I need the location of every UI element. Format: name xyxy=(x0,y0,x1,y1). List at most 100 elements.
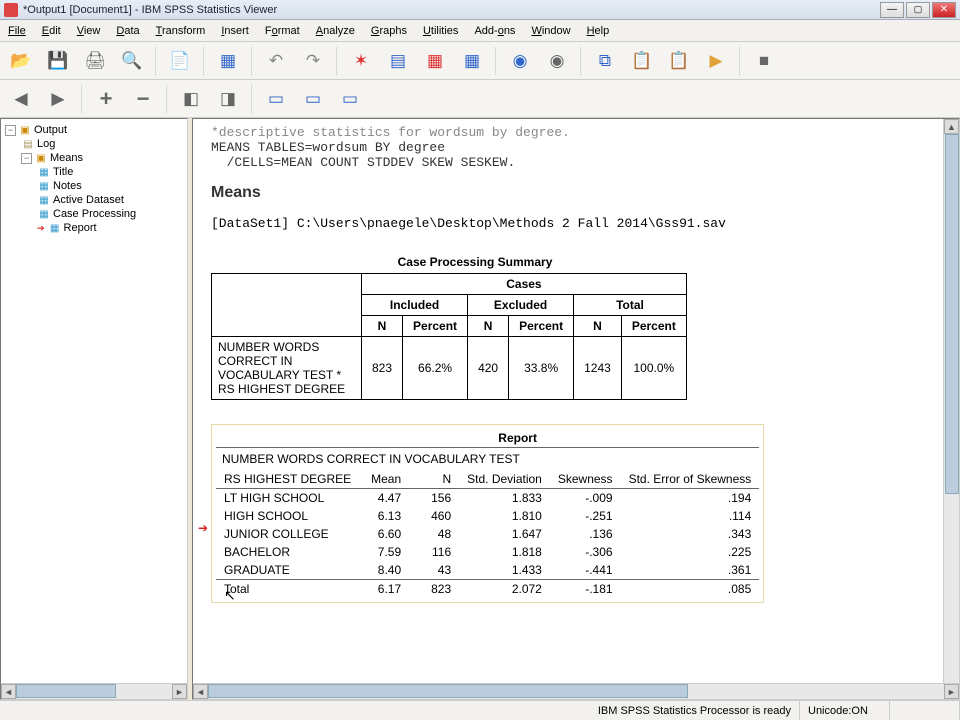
table-row[interactable]: LT HIGH SCHOOL4.471561.833-.009.194 xyxy=(216,489,759,508)
hide-button[interactable]: ▭ xyxy=(296,84,330,114)
designate-window-button[interactable]: ⧉ xyxy=(588,46,622,76)
redo-icon: ↷ xyxy=(306,51,320,71)
col-percent: Percent xyxy=(509,316,574,337)
table-row[interactable]: JUNIOR COLLEGE6.60481.647.136.343 xyxy=(216,525,759,543)
menu-addons[interactable]: Add-ons xyxy=(466,22,523,40)
scroll-right-icon[interactable]: ► xyxy=(944,684,959,699)
clipboard2-button[interactable]: 📋 xyxy=(662,46,696,76)
redo-button[interactable]: ↷ xyxy=(296,46,330,76)
print-preview-button[interactable]: 🔍 xyxy=(115,46,149,76)
export-button[interactable]: 📄 xyxy=(163,46,197,76)
col-included: Included xyxy=(362,295,468,316)
demote-button[interactable]: − xyxy=(126,84,160,114)
menu-transform[interactable]: Transform xyxy=(148,22,214,40)
syntax-line1: MEANS TABLES=wordsum BY degree xyxy=(211,140,445,155)
run-script-button[interactable]: ▶ xyxy=(699,46,733,76)
cell-n: 116 xyxy=(409,543,459,561)
promote-button[interactable]: + xyxy=(89,84,123,114)
cell-exc-pct: 33.8% xyxy=(509,337,574,400)
toolbar-separator xyxy=(251,85,253,113)
table-row[interactable]: HIGH SCHOOL6.134601.810-.251.114 xyxy=(216,507,759,525)
report-selected-frame[interactable]: ➔ Report NUMBER WORDS CORRECT IN VOCABUL… xyxy=(211,424,764,603)
select-cases-button[interactable]: ▦ xyxy=(455,46,489,76)
col-excluded: Excluded xyxy=(468,295,574,316)
report-table[interactable]: RS HIGHEST DEGREE Mean N Std. Deviation … xyxy=(216,470,759,598)
goto-case-button[interactable]: ▤ xyxy=(381,46,415,76)
case-summary-table[interactable]: Cases Included Excluded Total N Percent … xyxy=(211,273,687,400)
select-icon: ▦ xyxy=(464,51,480,71)
save-button[interactable]: 💾 xyxy=(41,46,75,76)
content-hscroll[interactable]: ◄ ► xyxy=(193,683,959,699)
maximize-button[interactable] xyxy=(906,2,930,18)
scroll-thumb[interactable] xyxy=(16,684,116,698)
cell-label: JUNIOR COLLEGE xyxy=(216,525,359,543)
cell-mean: 4.47 xyxy=(359,489,409,508)
outline-hscroll[interactable]: ◄ ► xyxy=(1,683,187,699)
scroll-up-icon[interactable]: ▲ xyxy=(944,119,959,134)
tree-title[interactable]: ▦ Title xyxy=(37,165,183,179)
tree-output[interactable]: − ▣ Output xyxy=(5,123,183,137)
col-n: N xyxy=(468,316,509,337)
cell-tot-n: 1243 xyxy=(574,337,622,400)
status-processor: IBM SPSS Statistics Processor is ready xyxy=(590,701,800,720)
menu-file[interactable]: File xyxy=(0,22,34,40)
scroll-left-icon[interactable]: ◄ xyxy=(193,684,208,699)
stop-button[interactable]: ■ xyxy=(747,46,781,76)
collapse-toggle-icon[interactable]: − xyxy=(21,153,32,164)
outline-pane[interactable]: − ▣ Output ▤ Log − ▣ Means ▦ Title ▦ Not… xyxy=(0,118,188,700)
content-pane[interactable]: *descriptive statistics for wordsum by d… xyxy=(192,118,960,700)
recall-dialog-button[interactable]: ▦ xyxy=(211,46,245,76)
close-button[interactable] xyxy=(932,2,956,18)
toolbar-separator xyxy=(251,47,253,75)
menu-graphs[interactable]: Graphs xyxy=(363,22,415,40)
expand-button[interactable]: ◨ xyxy=(211,84,245,114)
table-row[interactable]: BACHELOR7.591161.818-.306.225 xyxy=(216,543,759,561)
scroll-thumb[interactable] xyxy=(208,684,688,698)
tree-report[interactable]: ➔ ▦ Report xyxy=(37,221,183,235)
goto-data-button[interactable]: ✶ xyxy=(344,46,378,76)
menu-view[interactable]: View xyxy=(69,22,109,40)
scroll-right-icon[interactable]: ► xyxy=(172,684,187,699)
cell-label: HIGH SCHOOL xyxy=(216,507,359,525)
menu-data[interactable]: Data xyxy=(108,22,147,40)
menu-insert[interactable]: Insert xyxy=(213,22,257,40)
nav-forward-button[interactable]: ► xyxy=(41,84,75,114)
menu-help[interactable]: Help xyxy=(579,22,618,40)
menu-window[interactable]: Window xyxy=(523,22,578,40)
cell-sesk: .114 xyxy=(621,507,760,525)
cell-inc-n: 823 xyxy=(362,337,403,400)
insert-heading-button[interactable]: ▭ xyxy=(333,84,367,114)
window-buttons xyxy=(880,2,956,18)
cell-total-mean: 6.17 xyxy=(359,580,409,599)
scroll-thumb[interactable] xyxy=(945,134,959,494)
minimize-button[interactable] xyxy=(880,2,904,18)
cell-sd: 1.818 xyxy=(459,543,550,561)
tree-case-processing[interactable]: ▦ Case Processing xyxy=(37,207,183,221)
globe2-button[interactable]: ◉ xyxy=(540,46,574,76)
clipboard-button[interactable]: 📋 xyxy=(625,46,659,76)
menu-analyze[interactable]: Analyze xyxy=(308,22,363,40)
collapse-button[interactable]: ◧ xyxy=(174,84,208,114)
open-button[interactable]: 📂 xyxy=(4,46,38,76)
folder-open-icon: 📂 xyxy=(10,51,31,71)
tree-means[interactable]: − ▣ Means xyxy=(21,151,183,165)
globe-button[interactable]: ◉ xyxy=(503,46,537,76)
log-icon: ▤ xyxy=(21,138,35,150)
nav-back-button[interactable]: ◄ xyxy=(4,84,38,114)
print-button[interactable]: 🖨 xyxy=(78,46,112,76)
menu-edit[interactable]: Edit xyxy=(34,22,69,40)
menu-format[interactable]: Format xyxy=(257,22,308,40)
variables-button[interactable]: ▦ xyxy=(418,46,452,76)
title-icon: ▦ xyxy=(37,166,51,178)
undo-button[interactable]: ↶ xyxy=(259,46,293,76)
globe2-icon: ◉ xyxy=(550,51,565,71)
show-button[interactable]: ▭ xyxy=(259,84,293,114)
table-row[interactable]: GRADUATE8.40431.433-.441.361 xyxy=(216,561,759,580)
tree-log[interactable]: ▤ Log xyxy=(21,137,183,151)
scroll-left-icon[interactable]: ◄ xyxy=(1,684,16,699)
collapse-toggle-icon[interactable]: − xyxy=(5,125,16,136)
menu-utilities[interactable]: Utilities xyxy=(415,22,466,40)
tree-notes[interactable]: ▦ Notes xyxy=(37,179,183,193)
tree-active-dataset[interactable]: ▦ Active Dataset xyxy=(37,193,183,207)
content-vscroll[interactable]: ▲ xyxy=(943,119,959,683)
